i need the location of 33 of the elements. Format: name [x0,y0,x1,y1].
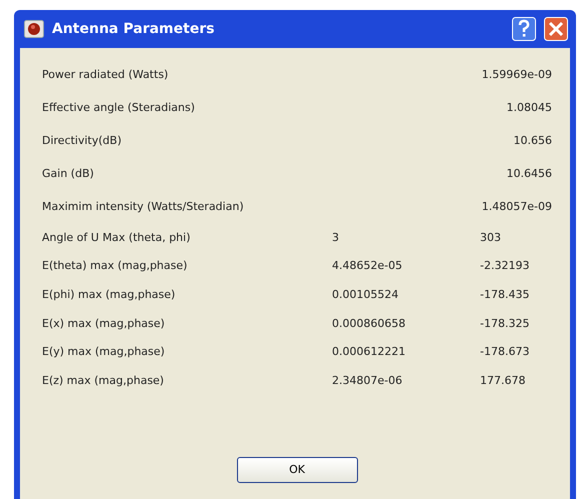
parameter-value: 1.48057e-09 [482,200,552,213]
parameter-value: 1.59969e-09 [482,68,552,81]
parameter-value: -178.435 [480,288,530,301]
parameter-value: -2.32193 [480,259,530,272]
parameter-label: Maximim intensity (Watts/Steradian) [42,200,245,213]
parameter-label: Power radiated (Watts) [42,68,170,81]
parameter-label: Gain (dB) [42,167,95,180]
parameter-label: Directivity(dB) [42,134,122,147]
parameter-value: 2.34807e-06 [332,374,404,387]
parameter-label: Angle of U Max (theta, phi) [42,230,192,244]
parameter-value: 0.000612221 [332,345,406,358]
parameter-value: 10.6456 [506,167,552,180]
help-icon[interactable] [512,17,536,41]
parameter-label: E(y) max (mag,phase) [42,345,166,358]
parameter-label: E(x) max (mag,phase) [42,316,166,330]
parameter-value: 10.656 [514,134,552,147]
ok-button[interactable]: OK [236,456,358,483]
close-icon[interactable] [544,17,568,41]
parameter-label: E(z) max (mag,phase) [42,374,165,387]
parameter-value: 0.00105524 [332,288,400,301]
parameter-label: E(phi) max (mag,phase) [42,288,176,301]
parameter-value: 177.678 [480,374,526,387]
parameter-value: 303 [480,230,501,244]
parameter-value: 3 [332,230,340,244]
parameter-value: 0.000860658 [332,316,406,330]
parameter-value: -178.673 [480,345,530,358]
app-icon [24,20,44,38]
parameter-label: E(theta) max (mag,phase) [42,259,188,272]
parameter-label: Effective angle (Steradians) [42,101,196,114]
window-title: Antenna Parameters [52,21,214,37]
parameter-value: 1.08045 [506,101,552,114]
parameter-value: 4.48652e-05 [332,259,404,272]
parameter-value: -178.325 [480,316,530,330]
